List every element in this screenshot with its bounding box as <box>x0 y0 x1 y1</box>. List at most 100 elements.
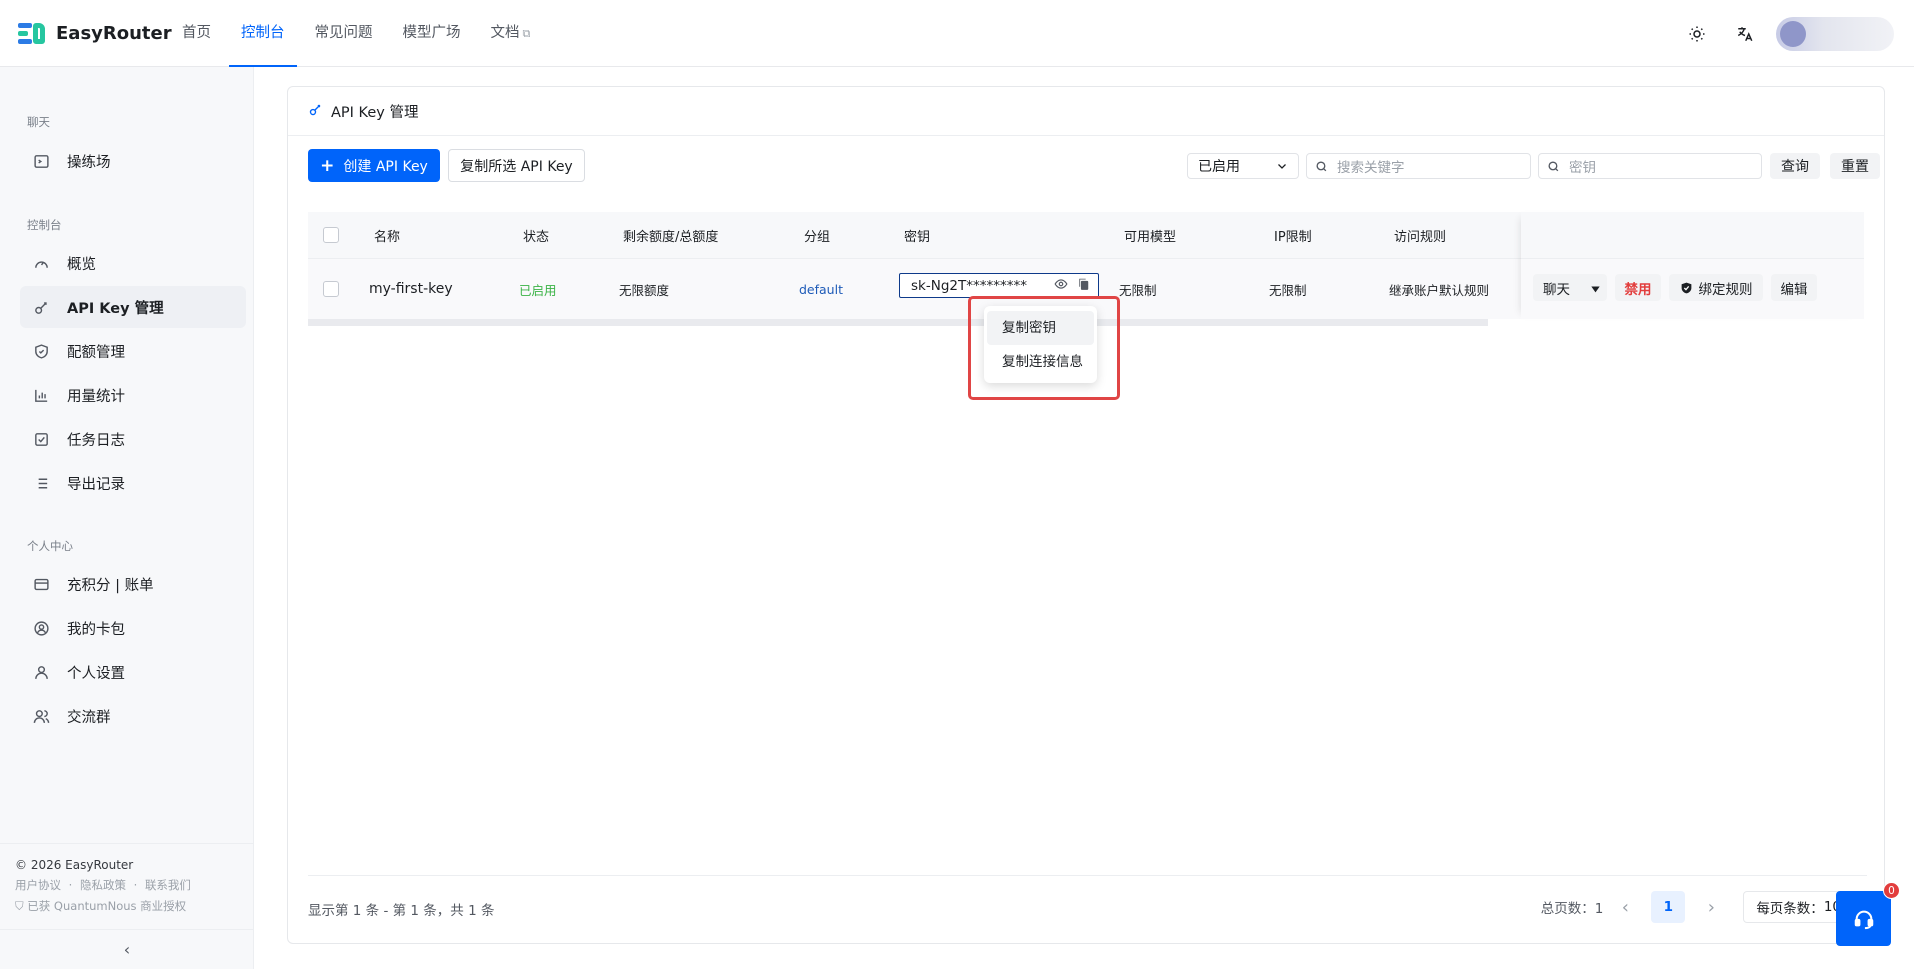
footer-link-privacy[interactable]: 隐私政策 <box>80 878 126 892</box>
sidebar-item-wallet[interactable]: 我的卡包 <box>20 607 246 649</box>
shield-check-icon: ⛉ <box>15 899 28 913</box>
top-actions <box>1680 17 1894 51</box>
total-pages-value: 1 <box>1594 901 1604 917</box>
sidebar-item-playground[interactable]: 操练场 <box>20 140 246 182</box>
panel-footer-divider <box>308 875 1867 876</box>
reset-button[interactable]: 重置 <box>1830 153 1880 179</box>
copyright: © 2026 EasyRouter <box>15 858 134 872</box>
checkbox-box <box>323 227 339 243</box>
chat-button-label: 聊天 <box>1543 281 1570 298</box>
main-nav: 首页 控制台 常见问题 模型广场 文档 ⧉ <box>170 0 548 67</box>
rules-value: 继承账户默认规则 <box>1389 282 1490 298</box>
column-header-status: 状态 <box>523 229 550 245</box>
sidebar-item-label: 概览 <box>67 256 96 273</box>
language-button[interactable] <box>1728 17 1762 51</box>
support-button[interactable] <box>1836 891 1891 946</box>
nav-home[interactable]: 首页 <box>170 0 223 67</box>
external-link-icon: ⧉ <box>522 27 531 40</box>
footer-links: 用户协议 · 隐私政策 · 联系我们 <box>15 877 254 893</box>
sidebar-item-label: API Key 管理 <box>67 300 164 317</box>
sidebar-item-api-keys[interactable]: API Key 管理 <box>20 286 246 328</box>
nav-docs[interactable]: 文档 ⧉ <box>479 0 543 67</box>
actions-cell: 聊天 禁用 绑定规则 编辑 <box>1521 259 1864 319</box>
headset-icon <box>1854 910 1873 929</box>
list-icon <box>32 474 50 492</box>
column-header-group: 分组 <box>804 229 831 245</box>
nav-models[interactable]: 模型广场 <box>391 0 473 67</box>
sidebar-item-billing[interactable]: 充积分 | 账单 <box>20 563 246 605</box>
chat-split-button[interactable]: 聊天 <box>1533 274 1607 301</box>
pagination: 总页数：1 ‹ 1 › 每页条数： 10 <box>1541 891 1854 923</box>
sidebar-item-community[interactable]: 交流群 <box>20 695 246 737</box>
create-api-key-button[interactable]: + 创建 API Key <box>308 149 440 182</box>
horizontal-scrollbar[interactable] <box>308 319 1488 326</box>
row-checkbox[interactable] <box>323 259 339 319</box>
sidebar-item-usage[interactable]: 用量统计 <box>20 374 246 416</box>
shield-icon <box>1681 282 1691 293</box>
secret-search-placeholder: 密钥 <box>1569 160 1596 176</box>
user-avatar[interactable] <box>1776 17 1894 51</box>
status-select[interactable]: 已启用 <box>1187 153 1299 179</box>
sidebar: 聊天 操练场 控制台 概览 API Key 管理 配额管理 用量统计 任务日志 … <box>0 67 254 969</box>
license-text: 已获 QuantumNous 商业授权 <box>27 899 187 913</box>
quota-value: 无限额度 <box>619 282 670 298</box>
select-all-checkbox[interactable] <box>323 212 339 258</box>
footer-separator: · <box>68 878 73 892</box>
sidebar-item-quota[interactable]: 配额管理 <box>20 330 246 372</box>
group-tag: default <box>799 281 843 297</box>
sidebar-footer: © 2026 EasyRouter 用户协议 · 隐私政策 · 联系我们 ⛉ 已… <box>0 843 254 914</box>
prev-page-button[interactable]: ‹ <box>1613 897 1637 918</box>
nav-console[interactable]: 控制台 <box>229 0 297 67</box>
theme-toggle-button[interactable] <box>1680 17 1714 51</box>
sidebar-item-exports[interactable]: 导出记录 <box>20 462 246 504</box>
total-pages-text: 总页数： <box>1540 901 1595 917</box>
sidebar-item-label: 用量统计 <box>67 388 125 405</box>
secret-search-input[interactable]: 密钥 <box>1538 153 1762 179</box>
footer-separator: · <box>133 878 138 892</box>
sidebar-item-settings[interactable]: 个人设置 <box>20 651 246 693</box>
chevron-left-icon: ‹ <box>123 940 131 959</box>
sidebar-group-console: 控制台 <box>27 218 62 232</box>
footer-link-terms[interactable]: 用户协议 <box>15 878 61 892</box>
api-key-panel: API Key 管理 + 创建 API Key 复制所选 API Key 已启用… <box>287 86 1885 944</box>
edit-button[interactable]: 编辑 <box>1771 274 1817 301</box>
column-header-models: 可用模型 <box>1124 229 1177 245</box>
sidebar-item-overview[interactable]: 概览 <box>20 242 246 284</box>
sidebar-item-label: 操练场 <box>67 154 111 171</box>
key-icon <box>32 298 50 316</box>
bind-rules-label: 绑定规则 <box>1698 281 1753 298</box>
copy-selected-button[interactable]: 复制所选 API Key <box>448 149 585 182</box>
brand[interactable]: EasyRouter <box>18 21 172 45</box>
query-button[interactable]: 查询 <box>1770 153 1820 179</box>
page-button-current[interactable]: 1 <box>1651 891 1686 923</box>
highlight-box <box>968 296 1120 400</box>
sidebar-item-label: 导出记录 <box>67 476 125 493</box>
users-icon <box>32 707 50 725</box>
checklist-icon <box>32 430 50 448</box>
sidebar-item-label: 交流群 <box>67 709 111 726</box>
brand-logo-icon <box>18 21 46 45</box>
bar-chart-icon <box>32 386 50 404</box>
keyword-search-input[interactable]: 搜索关键字 <box>1306 153 1531 179</box>
eye-icon[interactable] <box>1054 277 1068 294</box>
top-bar: EasyRouter 首页 控制台 常见问题 模型广场 文档 ⧉ <box>0 0 1914 67</box>
credit-card-icon <box>32 575 50 593</box>
status-select-value: 已启用 <box>1198 159 1240 175</box>
disable-button[interactable]: 禁用 <box>1615 274 1661 301</box>
sidebar-item-label: 充积分 | 账单 <box>67 577 154 594</box>
caret-down-icon[interactable] <box>1590 282 1601 298</box>
next-page-button[interactable]: › <box>1699 897 1723 918</box>
terminal-icon <box>32 152 50 170</box>
bind-rules-button[interactable]: 绑定规则 <box>1669 274 1763 301</box>
nav-faq[interactable]: 常见问题 <box>303 0 385 67</box>
footer-link-contact[interactable]: 联系我们 <box>145 878 191 892</box>
sidebar-collapse-button[interactable]: ‹ <box>0 929 254 969</box>
sidebar-item-task-logs[interactable]: 任务日志 <box>20 418 246 460</box>
wallet-icon <box>32 619 50 637</box>
total-pages-label: 总页数：1 <box>1541 897 1604 917</box>
secret-key-field[interactable]: sk-Ng2T********* <box>899 273 1099 298</box>
create-api-key-label: 创建 API Key <box>343 158 428 175</box>
column-header-rules: 访问规则 <box>1394 229 1447 245</box>
shield-icon <box>32 342 50 360</box>
copy-icon[interactable] <box>1077 277 1090 294</box>
